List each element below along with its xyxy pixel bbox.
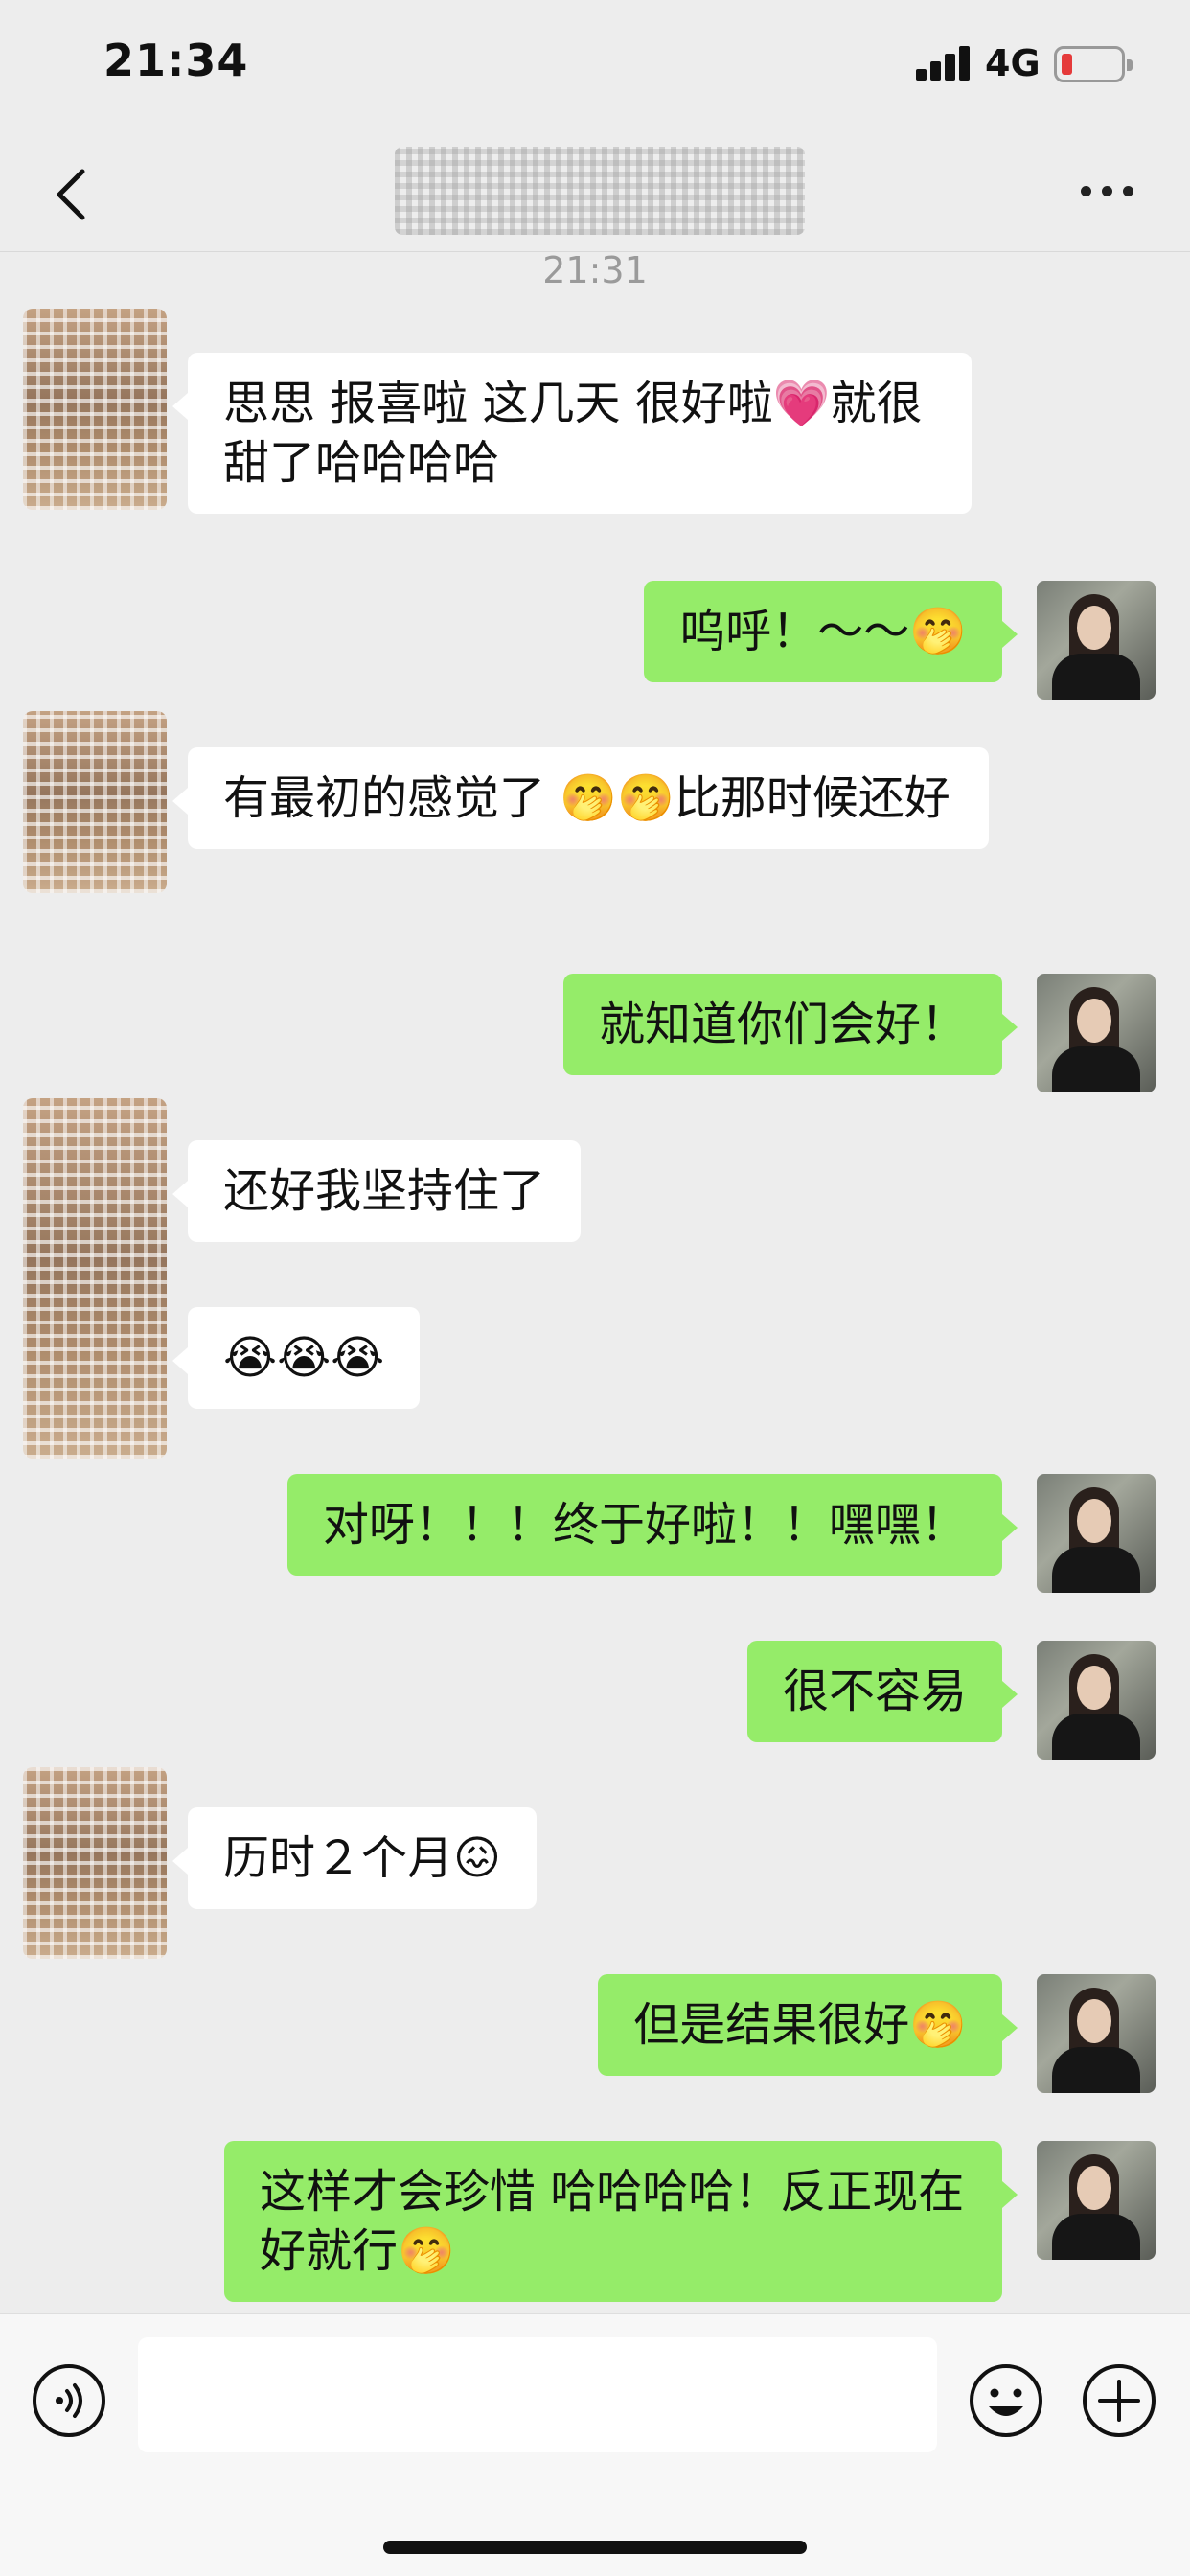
- signal-icon: [916, 46, 970, 80]
- user-avatar[interactable]: [1037, 581, 1156, 700]
- user-avatar[interactable]: [1037, 1474, 1156, 1593]
- message-bubble-incoming[interactable]: 😭😭😭: [172, 1307, 421, 1409]
- network-type: 4G: [985, 42, 1041, 84]
- message-text: 对呀！！！终于好啦！！嘿嘿！: [322, 1498, 967, 1552]
- user-avatar[interactable]: [1037, 1641, 1156, 1760]
- status-time: 21:34: [103, 34, 249, 86]
- user-avatar[interactable]: [1037, 2141, 1156, 2260]
- message-bubble-outgoing[interactable]: 呜呼！～～🤭: [644, 581, 1018, 682]
- user-avatar[interactable]: [1037, 1974, 1156, 2093]
- message-bubble-outgoing[interactable]: 很不容易: [746, 1641, 1018, 1742]
- message-text: 但是结果很好🤭: [633, 1998, 967, 2052]
- home-indicator[interactable]: [383, 2541, 807, 2554]
- message-text: 还好我坚持住了: [223, 1164, 546, 1218]
- contact-avatar[interactable]: [23, 1767, 167, 1959]
- contact-avatar[interactable]: [23, 711, 167, 893]
- message-text: 思思 报喜啦 这几天 很好啦💗就很甜了哈哈哈哈: [223, 377, 923, 490]
- chevron-left-icon[interactable]: [44, 166, 102, 223]
- input-bar: [0, 2313, 1190, 2576]
- message-bubble-outgoing[interactable]: 这样才会珍惜 哈哈哈哈！反正现在好就行🤭: [224, 2141, 1018, 2302]
- message-bubble-incoming[interactable]: 有最初的感觉了 🤭🤭比那时候还好: [172, 748, 989, 849]
- nav-bar: [0, 129, 1190, 252]
- more-dots-icon[interactable]: [1081, 186, 1138, 205]
- message-text: 呜呼！～～🤭: [679, 605, 967, 658]
- message-input[interactable]: [138, 2337, 937, 2452]
- status-bar: 21:34 4G: [0, 0, 1190, 129]
- emoji-icon[interactable]: [968, 2362, 1044, 2439]
- message-text: 有最初的感觉了 🤭🤭比那时候还好: [223, 771, 950, 825]
- message-bubble-outgoing[interactable]: 就知道你们会好！: [562, 974, 1018, 1075]
- message-text: 😭😭😭: [223, 1331, 385, 1385]
- battery-icon: [1054, 46, 1133, 82]
- message-text: 历时２个月😖: [223, 1831, 502, 1885]
- message-bubble-incoming[interactable]: 思思 报喜啦 这几天 很好啦💗就很甜了哈哈哈哈: [172, 353, 972, 514]
- plus-icon[interactable]: [1081, 2362, 1157, 2439]
- message-text: 很不容易: [782, 1665, 967, 1718]
- chat-title-redacted: [395, 147, 805, 235]
- message-bubble-outgoing[interactable]: 对呀！！！终于好啦！！嘿嘿！: [286, 1474, 1018, 1576]
- contact-avatar[interactable]: [23, 1098, 167, 1459]
- voice-icon[interactable]: [31, 2362, 107, 2439]
- message-text: 这样才会珍惜 哈哈哈哈！反正现在好就行🤭: [260, 2165, 965, 2278]
- user-avatar[interactable]: [1037, 974, 1156, 1092]
- message-bubble-incoming[interactable]: 还好我坚持住了: [172, 1140, 582, 1242]
- message-bubble-outgoing[interactable]: 但是结果很好🤭: [598, 1974, 1018, 2076]
- contact-avatar[interactable]: [23, 309, 167, 510]
- message-text: 就知道你们会好！: [598, 998, 967, 1051]
- message-timestamp: 21:31: [542, 249, 648, 291]
- message-bubble-incoming[interactable]: 历时２个月😖: [172, 1807, 538, 1909]
